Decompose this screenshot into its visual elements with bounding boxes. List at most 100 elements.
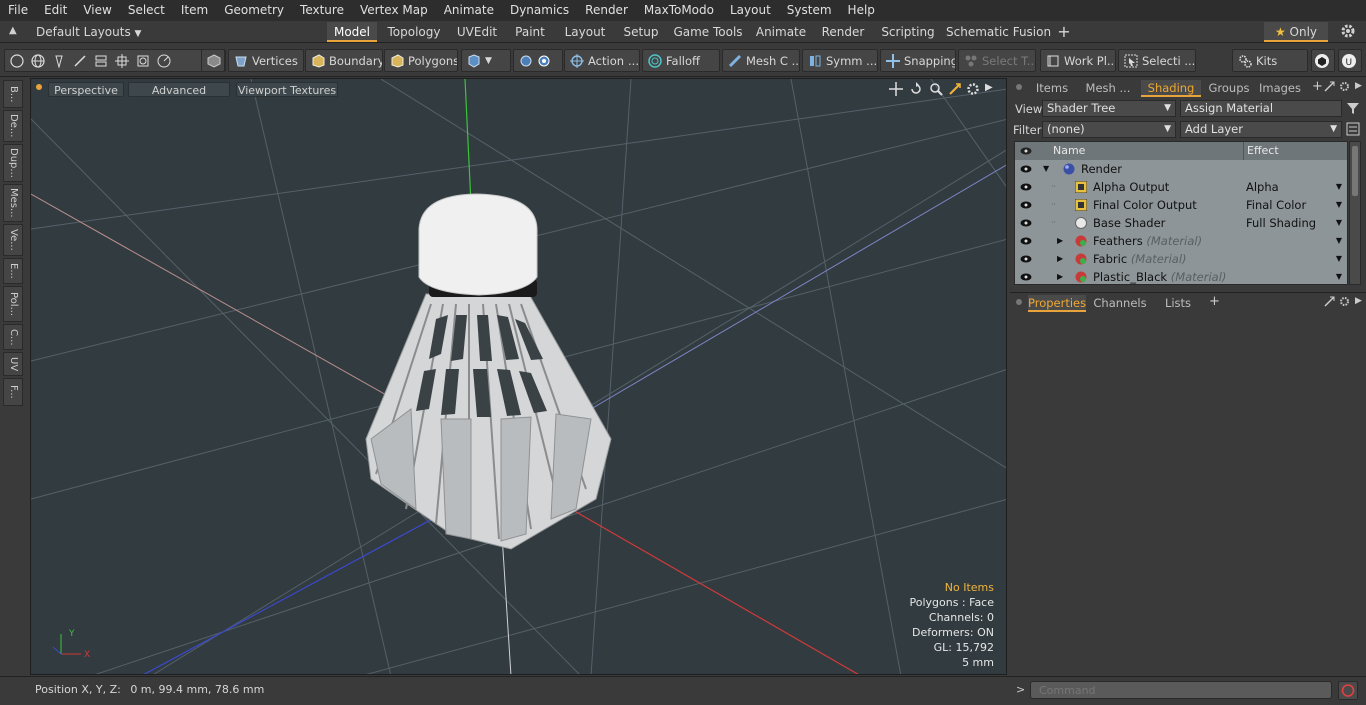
polygons-button[interactable]: Polygons: [384, 49, 458, 72]
tree-row-plastic-black[interactable]: ▶ Plastic_Black (Material) ▼: [1015, 268, 1347, 284]
row-effect[interactable]: Final Color: [1246, 196, 1306, 214]
tab-items[interactable]: Items: [1030, 80, 1074, 97]
menu-system[interactable]: System: [779, 0, 840, 21]
left-tab-deform[interactable]: De...: [3, 110, 23, 142]
tab-game-tools[interactable]: Game Tools: [670, 22, 746, 42]
viewport-gear-icon[interactable]: [966, 82, 980, 99]
panel-expand-icon[interactable]: ▶: [1355, 296, 1362, 306]
column-effect[interactable]: Effect: [1243, 142, 1279, 160]
tree-row-render[interactable]: ▼ Render: [1015, 160, 1347, 178]
pen-icon[interactable]: [52, 54, 66, 69]
menu-animate[interactable]: Animate: [436, 0, 502, 21]
scale-icon[interactable]: [157, 54, 171, 68]
expand-right-icon[interactable]: ▶: [1057, 232, 1063, 250]
falloff-button[interactable]: Falloff: [642, 49, 720, 72]
record-macro-button[interactable]: [1338, 681, 1358, 700]
tree-row-base-shader[interactable]: ·· Base Shader Full Shading ▼: [1015, 214, 1347, 232]
tab-lists[interactable]: Lists: [1152, 295, 1204, 312]
perspective-button[interactable]: Perspective: [48, 82, 124, 97]
rotate-icon[interactable]: [136, 54, 150, 68]
unity-button[interactable]: [1311, 49, 1335, 72]
tab-schematic-fusion[interactable]: Schematic Fusion: [946, 22, 1051, 42]
tab-properties[interactable]: Properties: [1028, 295, 1086, 312]
eye-icon[interactable]: [1020, 181, 1032, 193]
tab-mesh[interactable]: Mesh ...: [1080, 80, 1136, 97]
menu-maxtomodo[interactable]: MaxToModo: [636, 0, 722, 21]
scrollbar-thumb[interactable]: [1352, 146, 1358, 196]
collapse-up-icon[interactable]: ▲: [9, 25, 17, 36]
chevron-down-icon[interactable]: ▼: [1336, 214, 1342, 232]
menu-texture[interactable]: Texture: [292, 0, 352, 21]
tab-topology[interactable]: Topology: [383, 22, 445, 42]
gear-icon[interactable]: [1340, 23, 1358, 41]
expand-right-icon[interactable]: ▶: [1057, 250, 1063, 268]
menu-select[interactable]: Select: [120, 0, 173, 21]
left-tab-fusion[interactable]: F...: [3, 378, 23, 406]
eye-icon[interactable]: [1020, 271, 1032, 283]
menu-layout[interactable]: Layout: [722, 0, 779, 21]
kits-button[interactable]: Kits: [1232, 49, 1308, 72]
list-options-icon[interactable]: [1346, 122, 1360, 139]
snap-element-icon[interactable]: [519, 54, 533, 68]
orbit-icon[interactable]: [909, 82, 923, 99]
view-dropdown[interactable]: Shader Tree ▼: [1042, 100, 1176, 117]
work-plane-button[interactable]: Work Pl...: [1040, 49, 1116, 72]
tab-groups[interactable]: Groups: [1206, 80, 1252, 97]
maximize-icon[interactable]: [948, 82, 962, 99]
tab-channels[interactable]: Channels: [1092, 295, 1148, 312]
tab-shading[interactable]: Shading: [1141, 80, 1201, 97]
menu-render[interactable]: Render: [577, 0, 636, 21]
chevron-down-icon[interactable]: ▼: [1336, 178, 1342, 196]
left-tab-uv[interactable]: UV: [3, 352, 23, 376]
circle-select-icon[interactable]: [10, 53, 24, 68]
menu-help[interactable]: Help: [840, 0, 883, 21]
chevron-down-icon[interactable]: ▼: [1336, 268, 1342, 284]
eye-icon[interactable]: [1020, 217, 1032, 229]
3d-viewport[interactable]: Y X Perspective Advanced Viewport Textur…: [30, 78, 1007, 675]
unreal-button[interactable]: U: [1338, 49, 1362, 72]
menu-view[interactable]: View: [75, 0, 119, 21]
tree-row-fabric[interactable]: ▶ Fabric (Material) ▼: [1015, 250, 1347, 268]
tab-uvedit[interactable]: UVEdit: [452, 22, 502, 42]
selection-sets-button[interactable]: Selecti ...: [1118, 49, 1196, 72]
tree-row-alpha-output[interactable]: ·· Alpha Output Alpha ▼: [1015, 178, 1347, 196]
left-tab-basic[interactable]: B...: [3, 80, 23, 108]
left-tab-edge[interactable]: E...: [3, 258, 23, 284]
globe-icon[interactable]: [31, 53, 45, 68]
panel-gear-icon[interactable]: [1339, 81, 1350, 95]
filter-funnel-icon[interactable]: [1346, 101, 1360, 118]
menu-file[interactable]: File: [0, 0, 36, 21]
align-icon[interactable]: [94, 54, 108, 68]
eye-icon[interactable]: [1020, 199, 1032, 211]
boundary-button[interactable]: Boundary: [305, 49, 383, 72]
menu-edit[interactable]: Edit: [36, 0, 75, 21]
chevron-down-icon[interactable]: ▼: [1336, 250, 1342, 268]
left-tab-curve[interactable]: C...: [3, 324, 23, 350]
item-mode-button[interactable]: [201, 49, 225, 72]
tab-layout[interactable]: Layout: [558, 22, 612, 42]
select-through-button[interactable]: Select T...: [958, 49, 1036, 72]
menu-vertex-map[interactable]: Vertex Map: [352, 0, 436, 21]
menu-dynamics[interactable]: Dynamics: [502, 0, 577, 21]
snap-center-icon[interactable]: [537, 54, 551, 68]
expand-down-icon[interactable]: ▼: [1043, 160, 1049, 178]
add-layer-dropdown[interactable]: Add Layer ▼: [1180, 121, 1342, 138]
tree-row-feathers[interactable]: ▶ Feathers (Material) ▼: [1015, 232, 1347, 250]
left-tab-duplicate[interactable]: Dup...: [3, 144, 23, 182]
tab-animate[interactable]: Animate: [753, 22, 809, 42]
layout-selector[interactable]: Default Layouts ▼: [36, 22, 141, 42]
shader-tree-scrollbar[interactable]: [1349, 141, 1361, 285]
left-tab-vertex[interactable]: Ve...: [3, 224, 23, 256]
tab-paint[interactable]: Paint: [509, 22, 551, 42]
viewport-textures-button[interactable]: Viewport Textures: [236, 82, 338, 97]
tab-images[interactable]: Images: [1257, 80, 1303, 97]
chevron-down-icon[interactable]: ▼: [1336, 232, 1342, 250]
tree-row-final-color-output[interactable]: ·· Final Color Output Final Color ▼: [1015, 196, 1347, 214]
expand-right-icon[interactable]: ▶: [985, 82, 993, 93]
tab-setup[interactable]: Setup: [619, 22, 663, 42]
symmetry-button[interactable]: Symm ...: [802, 49, 878, 72]
menu-item[interactable]: Item: [173, 0, 216, 21]
left-tab-mesh-edit[interactable]: Mes...: [3, 184, 23, 222]
mesh-constraints-button[interactable]: Mesh C ...: [722, 49, 800, 72]
eye-icon[interactable]: [1020, 253, 1032, 265]
